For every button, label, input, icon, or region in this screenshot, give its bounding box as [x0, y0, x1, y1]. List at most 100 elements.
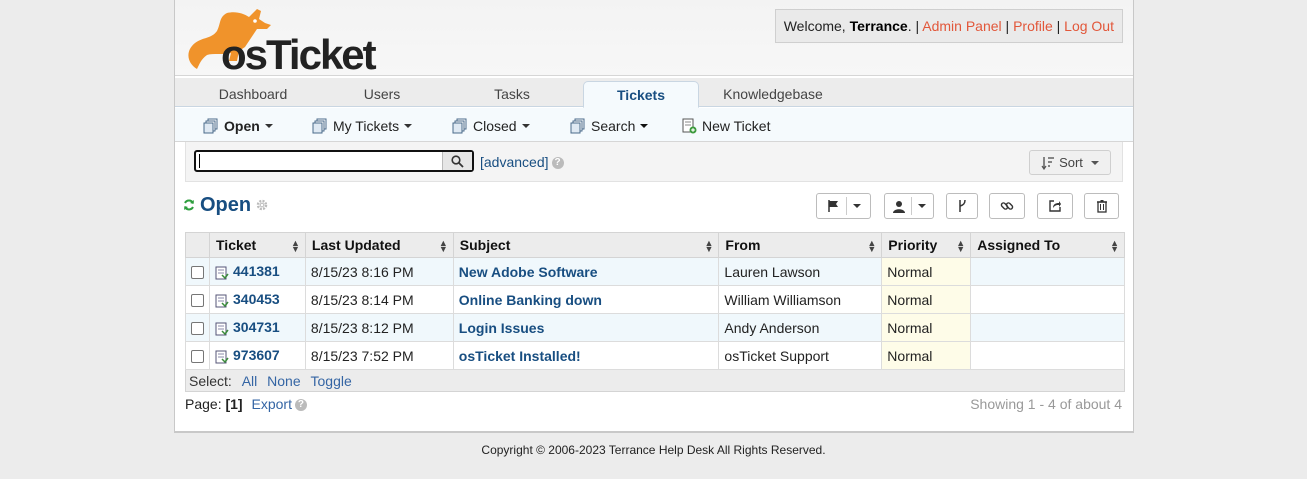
page-title[interactable]: Open: [200, 194, 251, 217]
column-header-assigned-to[interactable]: Assigned To ▲ ▼: [970, 232, 1125, 258]
tickets-icon: [203, 118, 218, 134]
logo-text: osTicket: [221, 31, 377, 73]
tab-tasks[interactable]: Tasks: [455, 81, 569, 108]
main-nav: Dashboard Users Tasks Tickets Knowledgeb…: [175, 78, 1133, 108]
ticket-number-link[interactable]: 340453: [233, 291, 280, 307]
assign-button[interactable]: [884, 193, 934, 219]
from-cell: William Williamson: [718, 285, 883, 314]
select-none-link[interactable]: None: [267, 373, 300, 389]
subnav-closed[interactable]: Closed: [452, 117, 530, 135]
ticket-preview-icon[interactable]: [215, 266, 229, 280]
table-row: 304731 8/15/23 8:12 PM Login Issues Andy…: [185, 313, 1125, 342]
search-icon: [451, 154, 464, 168]
column-header-priority[interactable]: Priority ▲ ▼: [881, 232, 972, 258]
column-header-last-updated[interactable]: Last Updated ▲ ▼: [304, 232, 454, 258]
new-ticket-icon: [682, 118, 697, 134]
row-checkbox[interactable]: [191, 322, 204, 336]
user-name: Terrance: [849, 18, 908, 34]
search-bar: [advanced]? Sort: [185, 142, 1123, 182]
priority-cell: Normal: [881, 341, 972, 370]
pagination: Page: [1] Export?: [185, 396, 307, 412]
merge-button[interactable]: [946, 193, 978, 219]
delete-button[interactable]: [1084, 193, 1119, 219]
subnav-my-tickets[interactable]: My Tickets: [312, 117, 413, 135]
sub-nav: Open My Tickets Closed Search New Ticket: [175, 108, 1133, 142]
select-bar: Select: All None Toggle: [185, 370, 1125, 392]
ticket-subject-link[interactable]: Online Banking down: [459, 292, 602, 308]
row-checkbox[interactable]: [191, 294, 204, 308]
search-input[interactable]: [194, 150, 474, 172]
current-page: [1]: [225, 396, 243, 412]
table-header-row: Ticket ▲ ▼ Last Updated ▲ ▼ Subject ▲ ▼ From ▲ ▼…: [185, 232, 1125, 258]
select-all-link[interactable]: All: [242, 373, 258, 389]
main-container: osTicket Welcome, Terrance. | Admin Pane…: [174, 0, 1134, 433]
from-cell: Lauren Lawson: [718, 257, 883, 286]
ticket-preview-icon[interactable]: [215, 294, 229, 308]
refresh-icon[interactable]: [183, 199, 195, 211]
last-updated-cell: 8/15/23 7:52 PM: [304, 341, 454, 370]
select-toggle-link[interactable]: Toggle: [311, 373, 352, 389]
link-icon: [1000, 202, 1014, 210]
assigned-cell: [970, 257, 1125, 286]
last-updated-cell: 8/15/23 8:14 PM: [304, 285, 454, 314]
link-button[interactable]: [989, 193, 1025, 219]
column-header-ticket[interactable]: Ticket ▲ ▼: [209, 232, 306, 258]
select-label: Select:: [189, 373, 232, 389]
row-checkbox[interactable]: [191, 266, 204, 280]
footer-copyright: Copyright © 2006-2023 Terrance Help Desk…: [481, 443, 826, 457]
subnav-open[interactable]: Open: [203, 117, 273, 135]
text-cursor: [199, 154, 200, 168]
logout-link[interactable]: Log Out: [1064, 18, 1114, 34]
user-info: Welcome, Terrance. | Admin Panel | Profi…: [774, 9, 1123, 43]
export-link[interactable]: Export: [252, 396, 292, 412]
table-row: 441381 8/15/23 8:16 PM New Adobe Softwar…: [185, 257, 1125, 286]
sort-arrows-icon: ▲ ▼: [438, 238, 448, 254]
row-checkbox[interactable]: [191, 350, 204, 364]
gear-icon[interactable]: [255, 198, 269, 212]
tab-tickets[interactable]: Tickets: [583, 81, 699, 108]
subnav-new-ticket[interactable]: New Ticket: [681, 117, 770, 135]
ticket-subject-link[interactable]: New Adobe Software: [459, 264, 598, 280]
title-bar: Open: [183, 191, 269, 219]
tab-users[interactable]: Users: [325, 81, 439, 108]
subnav-search[interactable]: Search: [570, 117, 649, 135]
transfer-button[interactable]: [1037, 193, 1073, 219]
osticket-logo[interactable]: osTicket: [183, 3, 383, 78]
user-icon: [892, 200, 905, 213]
result-count: Showing 1 - 4 of about 4: [970, 396, 1122, 412]
flag-status-button[interactable]: [816, 193, 871, 219]
separator: |: [1056, 18, 1061, 34]
advanced-search-area: [advanced]?: [480, 154, 564, 170]
last-updated-cell: 8/15/23 8:16 PM: [304, 257, 454, 286]
chevron-down-icon: [521, 124, 530, 128]
help-icon[interactable]: ?: [551, 157, 564, 170]
sort-arrows-icon: ▲ ▼: [1110, 238, 1119, 254]
table-row: 973607 8/15/23 7:52 PM osTicket Installe…: [185, 341, 1125, 370]
tab-dashboard[interactable]: Dashboard: [195, 81, 311, 108]
welcome-prefix: Welcome,: [783, 18, 850, 34]
select-column-header: [185, 232, 210, 258]
profile-link[interactable]: Profile: [1013, 18, 1053, 34]
admin-panel-link[interactable]: Admin Panel: [922, 18, 1001, 34]
priority-cell: Normal: [881, 285, 972, 314]
ticket-preview-icon[interactable]: [215, 322, 229, 336]
merge-icon: [959, 199, 966, 212]
ticket-subject-link[interactable]: osTicket Installed!: [459, 348, 581, 364]
priority-cell: Normal: [881, 257, 972, 286]
ticket-number-link[interactable]: 973607: [233, 347, 280, 363]
ticket-number-link[interactable]: 304731: [233, 319, 280, 335]
column-header-from[interactable]: From ▲ ▼: [718, 232, 883, 258]
advanced-search-link[interactable]: [advanced]: [480, 154, 549, 170]
ticket-number-link[interactable]: 441381: [233, 263, 280, 279]
from-cell: Andy Anderson: [718, 313, 883, 342]
ticket-subject-link[interactable]: Login Issues: [459, 320, 545, 336]
assigned-cell: [970, 285, 1125, 314]
sort-button[interactable]: Sort: [1029, 150, 1111, 175]
tab-knowledgebase[interactable]: Knowledgebase: [715, 81, 831, 108]
column-header-subject[interactable]: Subject ▲ ▼: [452, 232, 720, 258]
ticket-preview-icon[interactable]: [215, 350, 229, 364]
help-icon[interactable]: ?: [294, 399, 307, 412]
search-button[interactable]: [442, 152, 472, 170]
flag-icon: [828, 200, 838, 212]
page-label: Page:: [185, 396, 222, 412]
